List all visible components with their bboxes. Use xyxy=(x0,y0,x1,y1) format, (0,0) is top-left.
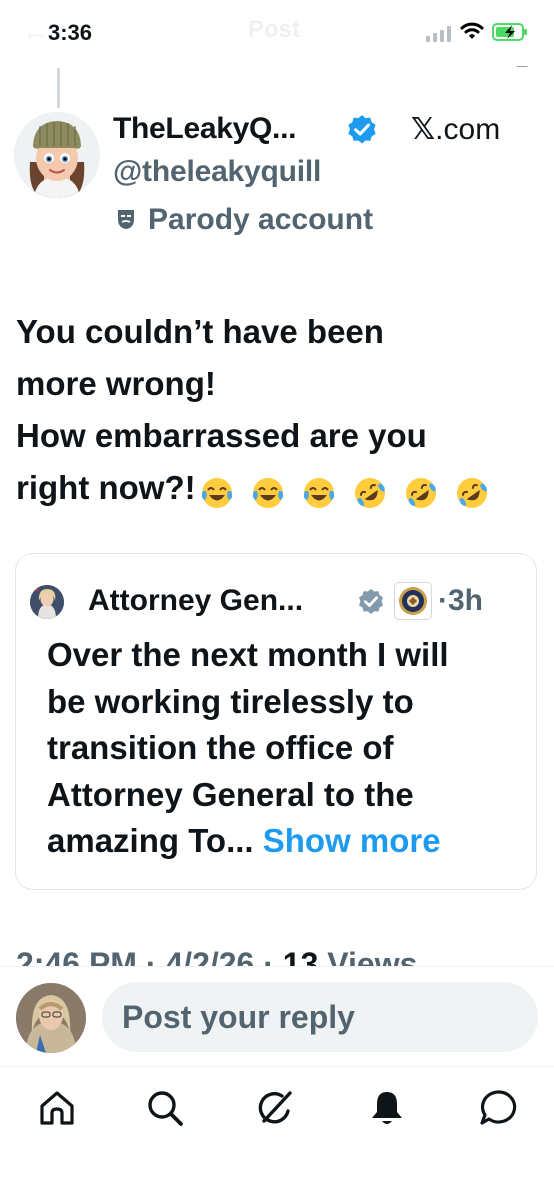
author-display-name[interactable]: TheLeakyQ... xyxy=(113,112,296,146)
parody-mask-icon xyxy=(118,210,134,229)
cellular-signal-icon xyxy=(426,26,451,42)
thread-connector-line xyxy=(57,68,60,108)
status-time: 3:36 xyxy=(48,20,93,45)
notifications-icon xyxy=(372,1092,402,1124)
rofl-emoji-icon xyxy=(355,477,386,508)
author-handle[interactable]: @theleakyquill xyxy=(113,155,321,189)
divider xyxy=(0,1066,554,1067)
quoted-author-avatar[interactable] xyxy=(30,585,64,619)
post-meta: 2:46 PM · 4/2/26 · 13 Views xyxy=(16,944,536,966)
messages-icon xyxy=(480,1090,517,1125)
post-text-line-with-emoji: right now?! xyxy=(16,462,536,516)
post-text-line: How embarrassed are you xyxy=(16,417,427,454)
user-avatar[interactable] xyxy=(16,983,86,1053)
nav-search[interactable] xyxy=(144,1087,186,1129)
parody-account-label: Parody account xyxy=(148,203,374,236)
nav-home[interactable] xyxy=(36,1087,78,1129)
source-label: 𝕏.com xyxy=(411,113,501,146)
grok-icon xyxy=(258,1091,292,1124)
x-logo-icon: 𝕏 xyxy=(411,113,436,146)
emoji-row xyxy=(200,464,498,516)
tears-of-joy-emoji-icon xyxy=(303,477,335,508)
rofl-emoji-icon xyxy=(406,477,437,508)
post-date: 4/2/26 xyxy=(165,946,255,966)
author-avatar[interactable] xyxy=(14,112,100,198)
nav-notifications[interactable] xyxy=(366,1087,408,1129)
post-text: You couldn’t have been more wrong! How e… xyxy=(16,306,536,516)
quoted-text-line: amazing To... Show more xyxy=(47,822,441,859)
reply-input[interactable]: Post your reply xyxy=(102,982,538,1052)
search-icon xyxy=(148,1091,183,1126)
post-text-line: You couldn’t have been xyxy=(16,313,384,350)
quoted-text-line: transition the office of xyxy=(47,729,394,766)
wifi-icon xyxy=(460,22,484,39)
header-title: Post xyxy=(248,16,301,43)
back-arrow-icon[interactable]: ← xyxy=(22,16,48,47)
quoted-text-line: Over the next month I will xyxy=(47,636,449,673)
quoted-post-text: Over the next month I will be working ti… xyxy=(47,632,527,865)
quoted-author-name[interactable]: Attorney Gen... xyxy=(88,584,303,618)
show-more-link[interactable]: Show more xyxy=(263,822,441,859)
verified-badge-icon xyxy=(348,115,376,144)
tears-of-joy-emoji-icon xyxy=(252,477,283,508)
quoted-post-time: ·3h xyxy=(438,584,484,617)
battery-charging-icon xyxy=(492,23,527,41)
rofl-emoji-icon xyxy=(457,477,488,508)
home-icon xyxy=(40,1091,74,1125)
nav-grok[interactable] xyxy=(254,1087,296,1129)
doj-seal-affiliation-icon[interactable] xyxy=(394,582,432,620)
quoted-text-line: be working tirelessly to xyxy=(47,682,414,720)
tears-of-joy-emoji-icon xyxy=(201,477,232,508)
post-time: 2:46 PM xyxy=(16,946,137,966)
quoted-text-line: Attorney General to the xyxy=(47,775,414,813)
divider xyxy=(0,966,554,967)
gray-verified-badge-icon xyxy=(359,588,383,614)
status-bar: ← Post 3:36 xyxy=(0,0,554,66)
views-label: Views xyxy=(327,946,418,966)
post-text-line: more wrong! xyxy=(16,365,216,402)
views-count: 13 xyxy=(282,946,319,966)
nav-messages[interactable] xyxy=(477,1087,519,1129)
